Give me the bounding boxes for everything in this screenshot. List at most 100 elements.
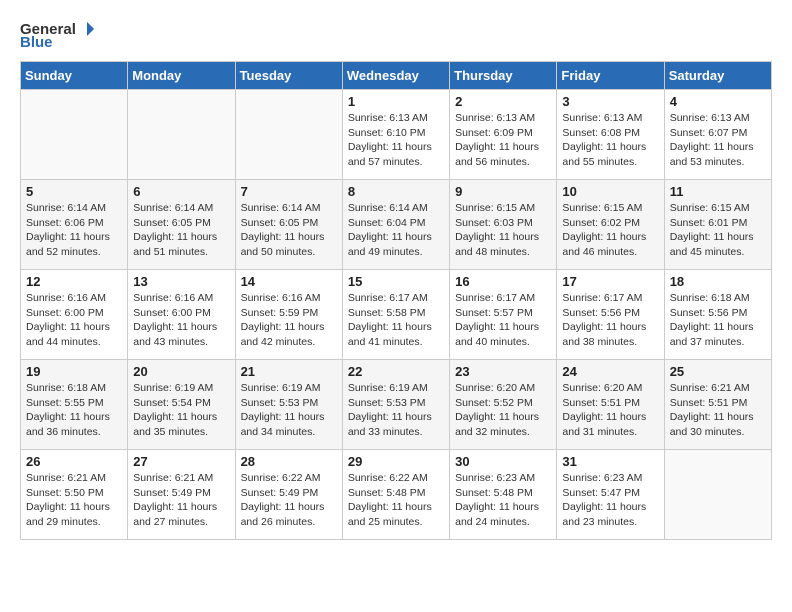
calendar-cell: 28 Sunrise: 6:22 AM Sunset: 5:49 PM Dayli… xyxy=(235,450,342,540)
day-number: 17 xyxy=(562,274,658,289)
calendar-cell: 31Sunrise: 6:23 AM Sunset: 5:47 PM Dayli… xyxy=(557,450,664,540)
logo-flag-icon xyxy=(78,20,96,38)
day-info: Sunrise: 6:17 AM Sunset: 5:58 PM Dayligh… xyxy=(348,291,444,350)
day-number: 13 xyxy=(133,274,229,289)
calendar-table: SundayMondayTuesdayWednesdayThursdayFrid… xyxy=(20,61,772,540)
calendar-cell xyxy=(21,90,128,180)
day-info: Sunrise: 6:17 AM Sunset: 5:57 PM Dayligh… xyxy=(455,291,551,350)
day-info: Sunrise: 6:15 AM Sunset: 6:01 PM Dayligh… xyxy=(670,201,766,260)
day-number: 26 xyxy=(26,454,122,469)
day-info: Sunrise: 6:21 AM Sunset: 5:50 PM Dayligh… xyxy=(26,471,122,530)
day-number: 27 xyxy=(133,454,229,469)
calendar-cell xyxy=(664,450,771,540)
calendar-cell: 19 Sunrise: 6:18 AM Sunset: 5:55 PM Dayli… xyxy=(21,360,128,450)
day-number: 31 xyxy=(562,454,658,469)
day-info: Sunrise: 6:23 AM Sunset: 5:48 PM Dayligh… xyxy=(455,471,551,530)
calendar-cell: 20 Sunrise: 6:19 AM Sunset: 5:54 PM Dayli… xyxy=(128,360,235,450)
weekday-header-monday: Monday xyxy=(128,62,235,90)
day-number: 23 xyxy=(455,364,551,379)
weekday-header-tuesday: Tuesday xyxy=(235,62,342,90)
day-info: Sunrise: 6:14 AM Sunset: 6:05 PM Dayligh… xyxy=(133,201,229,260)
calendar-cell: 9 Sunrise: 6:15 AM Sunset: 6:03 PM Daylig… xyxy=(450,180,557,270)
day-info: Sunrise: 6:13 AM Sunset: 6:10 PM Dayligh… xyxy=(348,111,444,170)
week-row-5: 26 Sunrise: 6:21 AM Sunset: 5:50 PM Dayli… xyxy=(21,450,772,540)
calendar-cell xyxy=(235,90,342,180)
calendar-cell: 12Sunrise: 6:16 AM Sunset: 6:00 PM Dayli… xyxy=(21,270,128,360)
calendar-cell: 7 Sunrise: 6:14 AM Sunset: 6:05 PM Daylig… xyxy=(235,180,342,270)
calendar-cell: 13 Sunrise: 6:16 AM Sunset: 6:00 PM Dayli… xyxy=(128,270,235,360)
weekday-header-row: SundayMondayTuesdayWednesdayThursdayFrid… xyxy=(21,62,772,90)
week-row-1: 1 Sunrise: 6:13 AM Sunset: 6:10 PM Daylig… xyxy=(21,90,772,180)
calendar-cell: 27 Sunrise: 6:21 AM Sunset: 5:49 PM Dayli… xyxy=(128,450,235,540)
day-info: Sunrise: 6:16 AM Sunset: 6:00 PM Dayligh… xyxy=(133,291,229,350)
calendar-cell: 21 Sunrise: 6:19 AM Sunset: 5:53 PM Dayli… xyxy=(235,360,342,450)
calendar-cell: 17 Sunrise: 6:17 AM Sunset: 5:56 PM Dayli… xyxy=(557,270,664,360)
day-number: 8 xyxy=(348,184,444,199)
calendar-cell: 30 Sunrise: 6:23 AM Sunset: 5:48 PM Dayli… xyxy=(450,450,557,540)
day-info: Sunrise: 6:19 AM Sunset: 5:53 PM Dayligh… xyxy=(241,381,337,440)
week-row-2: 5Sunrise: 6:14 AM Sunset: 6:06 PM Daylig… xyxy=(21,180,772,270)
day-number: 14 xyxy=(241,274,337,289)
day-info: Sunrise: 6:18 AM Sunset: 5:56 PM Dayligh… xyxy=(670,291,766,350)
calendar-cell: 26 Sunrise: 6:21 AM Sunset: 5:50 PM Dayli… xyxy=(21,450,128,540)
day-number: 4 xyxy=(670,94,766,109)
day-number: 9 xyxy=(455,184,551,199)
day-info: Sunrise: 6:13 AM Sunset: 6:08 PM Dayligh… xyxy=(562,111,658,170)
day-number: 10 xyxy=(562,184,658,199)
weekday-header-friday: Friday xyxy=(557,62,664,90)
calendar-cell: 24Sunrise: 6:20 AM Sunset: 5:51 PM Dayli… xyxy=(557,360,664,450)
logo: General Blue xyxy=(20,20,96,51)
calendar-cell: 14 Sunrise: 6:16 AM Sunset: 5:59 PM Dayli… xyxy=(235,270,342,360)
day-info: Sunrise: 6:18 AM Sunset: 5:55 PM Dayligh… xyxy=(26,381,122,440)
day-info: Sunrise: 6:21 AM Sunset: 5:51 PM Dayligh… xyxy=(670,381,766,440)
calendar-cell xyxy=(128,90,235,180)
day-number: 21 xyxy=(241,364,337,379)
weekday-header-sunday: Sunday xyxy=(21,62,128,90)
day-info: Sunrise: 6:17 AM Sunset: 5:56 PM Dayligh… xyxy=(562,291,658,350)
calendar-cell: 5Sunrise: 6:14 AM Sunset: 6:06 PM Daylig… xyxy=(21,180,128,270)
day-info: Sunrise: 6:19 AM Sunset: 5:54 PM Dayligh… xyxy=(133,381,229,440)
day-number: 6 xyxy=(133,184,229,199)
day-info: Sunrise: 6:19 AM Sunset: 5:53 PM Dayligh… xyxy=(348,381,444,440)
weekday-header-wednesday: Wednesday xyxy=(342,62,449,90)
calendar-cell: 3Sunrise: 6:13 AM Sunset: 6:08 PM Daylig… xyxy=(557,90,664,180)
day-number: 25 xyxy=(670,364,766,379)
day-info: Sunrise: 6:21 AM Sunset: 5:49 PM Dayligh… xyxy=(133,471,229,530)
calendar-cell: 18Sunrise: 6:18 AM Sunset: 5:56 PM Dayli… xyxy=(664,270,771,360)
logo-container: General Blue xyxy=(20,20,96,51)
calendar-cell: 10Sunrise: 6:15 AM Sunset: 6:02 PM Dayli… xyxy=(557,180,664,270)
day-number: 11 xyxy=(670,184,766,199)
calendar-cell: 23 Sunrise: 6:20 AM Sunset: 5:52 PM Dayli… xyxy=(450,360,557,450)
day-info: Sunrise: 6:22 AM Sunset: 5:48 PM Dayligh… xyxy=(348,471,444,530)
day-number: 22 xyxy=(348,364,444,379)
calendar-cell: 16 Sunrise: 6:17 AM Sunset: 5:57 PM Dayli… xyxy=(450,270,557,360)
day-number: 2 xyxy=(455,94,551,109)
logo-blue-text: Blue xyxy=(20,34,53,51)
day-number: 28 xyxy=(241,454,337,469)
day-number: 7 xyxy=(241,184,337,199)
day-info: Sunrise: 6:15 AM Sunset: 6:03 PM Dayligh… xyxy=(455,201,551,260)
calendar-cell: 25 Sunrise: 6:21 AM Sunset: 5:51 PM Dayli… xyxy=(664,360,771,450)
day-info: Sunrise: 6:14 AM Sunset: 6:05 PM Dayligh… xyxy=(241,201,337,260)
day-number: 20 xyxy=(133,364,229,379)
calendar-cell: 6 Sunrise: 6:14 AM Sunset: 6:05 PM Daylig… xyxy=(128,180,235,270)
day-number: 19 xyxy=(26,364,122,379)
day-info: Sunrise: 6:16 AM Sunset: 5:59 PM Dayligh… xyxy=(241,291,337,350)
weekday-header-saturday: Saturday xyxy=(664,62,771,90)
calendar-cell: 22 Sunrise: 6:19 AM Sunset: 5:53 PM Dayli… xyxy=(342,360,449,450)
calendar-cell: 15 Sunrise: 6:17 AM Sunset: 5:58 PM Dayli… xyxy=(342,270,449,360)
calendar-cell: 2Sunrise: 6:13 AM Sunset: 6:09 PM Daylig… xyxy=(450,90,557,180)
week-row-4: 19 Sunrise: 6:18 AM Sunset: 5:55 PM Dayli… xyxy=(21,360,772,450)
header: General Blue xyxy=(20,20,772,51)
calendar-cell: 11 Sunrise: 6:15 AM Sunset: 6:01 PM Dayli… xyxy=(664,180,771,270)
day-info: Sunrise: 6:14 AM Sunset: 6:04 PM Dayligh… xyxy=(348,201,444,260)
calendar-cell: 8 Sunrise: 6:14 AM Sunset: 6:04 PM Daylig… xyxy=(342,180,449,270)
day-number: 1 xyxy=(348,94,444,109)
calendar-cell: 4Sunrise: 6:13 AM Sunset: 6:07 PM Daylig… xyxy=(664,90,771,180)
day-number: 16 xyxy=(455,274,551,289)
day-number: 30 xyxy=(455,454,551,469)
calendar-cell: 1 Sunrise: 6:13 AM Sunset: 6:10 PM Daylig… xyxy=(342,90,449,180)
day-info: Sunrise: 6:22 AM Sunset: 5:49 PM Dayligh… xyxy=(241,471,337,530)
day-number: 15 xyxy=(348,274,444,289)
day-info: Sunrise: 6:20 AM Sunset: 5:52 PM Dayligh… xyxy=(455,381,551,440)
